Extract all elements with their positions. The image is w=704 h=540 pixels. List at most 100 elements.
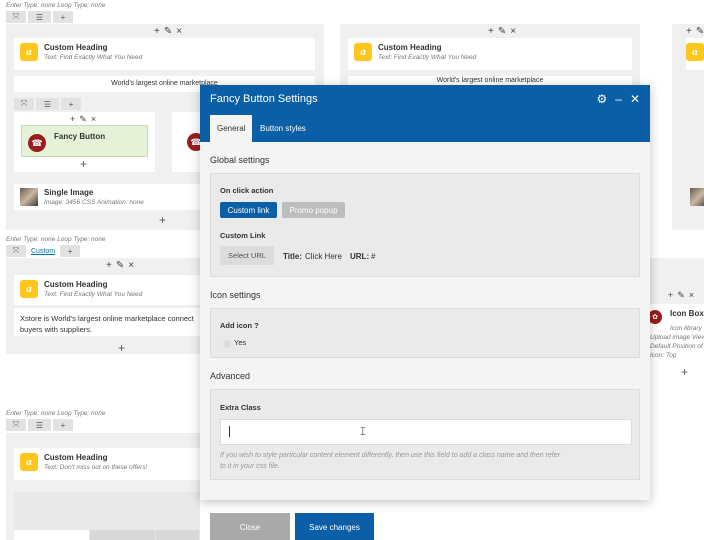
global-settings-heading: Global settings	[210, 155, 270, 165]
select-url-button[interactable]: Select URL	[220, 246, 274, 265]
edit-icon[interactable]: ✎	[677, 290, 685, 300]
close-icon[interactable]: ✕	[630, 93, 640, 105]
row-toolbar: ⤧ ☰ +	[6, 419, 73, 431]
link-title-label: Title:	[283, 252, 302, 261]
tabs-strip	[14, 530, 200, 540]
custom-link[interactable]: Custom	[28, 245, 59, 257]
text-block[interactable]: Xstore is World's largest online marketp…	[14, 308, 200, 336]
custom-heading-icon: a	[20, 43, 38, 61]
minimize-icon[interactable]: –	[615, 93, 622, 105]
element-subtitle: Default Position of	[650, 343, 703, 350]
fancy-button-settings-modal: Fancy Button Settings ⚙ – ✕ General Butt…	[200, 85, 650, 500]
text-block[interactable]: World's largest online marketplace	[348, 76, 632, 85]
add-column-icon[interactable]: +	[61, 98, 81, 110]
edit-icon[interactable]: ✎	[79, 114, 87, 124]
tab-item[interactable]	[156, 530, 200, 540]
add-element-icon[interactable]: +	[80, 158, 87, 170]
add-element-icon[interactable]: +	[681, 366, 688, 378]
element-subtitle: Upload image View	[650, 334, 704, 341]
gear-icon[interactable]: ⚙	[596, 93, 607, 105]
tab-item[interactable]	[90, 530, 156, 540]
global-settings-panel: On click action Custom link Promo popup …	[210, 173, 640, 277]
column-controls: + ✎	[686, 27, 704, 37]
tab-item[interactable]	[14, 530, 90, 540]
extra-class-label: Extra Class	[220, 403, 261, 412]
element-subtitle: Text: Find Exactly What You Need	[44, 54, 143, 61]
custom-heading-icon: a	[20, 280, 38, 298]
add-element-icon[interactable]: +	[159, 214, 166, 226]
link-title-value: Click Here	[305, 252, 342, 261]
layout-icon[interactable]: ☰	[28, 419, 51, 431]
add-icon[interactable]: +	[488, 27, 494, 37]
custom-link-option[interactable]: Custom link	[220, 202, 277, 218]
save-changes-button[interactable]: Save changes	[295, 513, 374, 540]
promo-popup-option[interactable]: Promo popup	[282, 202, 345, 218]
add-icon[interactable]: +	[106, 261, 112, 271]
extra-class-help-1: If you wish to style particular content …	[220, 452, 560, 459]
edit-icon[interactable]: ✎	[164, 27, 172, 37]
element-title: Custom Heading	[378, 43, 442, 52]
element-subtitle: Text: Find Exactly What You Need	[378, 54, 477, 61]
column-controls: + ✎ ×	[106, 261, 134, 271]
custom-heading-element[interactable]: a Custom Heading Text: Don't miss out on…	[14, 448, 200, 480]
delete-icon[interactable]: ×	[91, 114, 96, 124]
edit-icon[interactable]: ✎	[116, 261, 124, 271]
add-element-icon[interactable]: +	[118, 342, 125, 354]
element-subtitle: Icon: Top	[650, 352, 677, 359]
text-cursor-icon: 𝙸	[359, 425, 367, 438]
modal-header: Fancy Button Settings ⚙ – ✕ General Butt…	[200, 85, 650, 142]
icon-settings-panel: Add icon ? Yes	[210, 308, 640, 358]
fancy-button-element[interactable]: ☎ Fancy Button	[21, 125, 148, 157]
modal-title: Fancy Button Settings	[210, 93, 318, 105]
delete-icon[interactable]: ×	[128, 261, 134, 271]
modal-controls: ⚙ – ✕	[596, 93, 640, 105]
layout-icon[interactable]: ☰	[36, 98, 59, 110]
delete-icon[interactable]: ×	[689, 290, 694, 300]
advanced-heading: Advanced	[210, 371, 251, 381]
element-title: Fancy Button	[54, 132, 106, 141]
row-meta: Enter Type: none Loop Type: none	[6, 410, 106, 417]
text-caret	[229, 426, 230, 437]
element-title: Icon Box	[670, 309, 704, 318]
custom-heading-element[interactable]: a	[686, 38, 704, 70]
inner-row-toolbar: ⤧ ☰ +	[14, 98, 81, 110]
move-icon[interactable]: ⤧	[14, 98, 34, 110]
close-button[interactable]: Close	[210, 513, 290, 540]
element-title: Custom Heading	[44, 43, 108, 52]
edit-icon[interactable]: ✎	[696, 27, 704, 37]
custom-heading-element[interactable]: a Custom Heading Text: Find Exactly What…	[14, 275, 200, 305]
custom-heading-icon: a	[686, 43, 704, 61]
custom-heading-element[interactable]: a Custom Heading Text: Find Exactly What…	[348, 38, 632, 70]
layout-icon[interactable]: ☰	[28, 11, 51, 23]
add-column-icon[interactable]: +	[60, 245, 81, 257]
edit-icon[interactable]: ✎	[498, 27, 506, 37]
text-line: Xstore is World's largest online marketp…	[20, 314, 194, 323]
add-icon[interactable]: +	[154, 27, 160, 37]
row-toolbar: ⤧ Custom +	[6, 245, 81, 257]
move-icon[interactable]: ⤧	[6, 11, 26, 23]
row-container	[6, 258, 200, 354]
custom-heading-element[interactable]: a Custom Heading Text: Find Exactly What…	[14, 38, 315, 70]
column-controls: + ✎ ×	[70, 114, 96, 124]
move-icon[interactable]: ⤧	[6, 245, 26, 257]
add-icon[interactable]: +	[668, 290, 673, 300]
add-column-icon[interactable]: +	[53, 419, 73, 431]
row-toolbar: ⤧ ☰ +	[6, 11, 73, 23]
column-controls: + ✎ ×	[488, 27, 516, 37]
move-icon[interactable]: ⤧	[6, 419, 26, 431]
tab-general[interactable]: General	[210, 115, 253, 142]
element-subtitle: Image: 3456 CSS Animation: none	[44, 199, 144, 206]
extra-class-input[interactable]: 𝙸	[220, 419, 632, 445]
add-icon-yes-label: Yes	[234, 338, 247, 347]
image-thumbnail	[690, 188, 704, 206]
image-thumbnail	[20, 188, 38, 206]
add-column-icon[interactable]: +	[53, 11, 73, 23]
add-icon-label: Add icon ?	[220, 321, 259, 330]
add-icon[interactable]: +	[70, 114, 75, 124]
add-icon-checkbox[interactable]	[223, 340, 231, 348]
delete-icon[interactable]: ×	[176, 27, 182, 37]
icon-box-icon: ✿	[648, 310, 662, 324]
tab-button-styles[interactable]: Button styles	[253, 115, 313, 142]
add-icon[interactable]: +	[686, 27, 692, 37]
delete-icon[interactable]: ×	[510, 27, 516, 37]
